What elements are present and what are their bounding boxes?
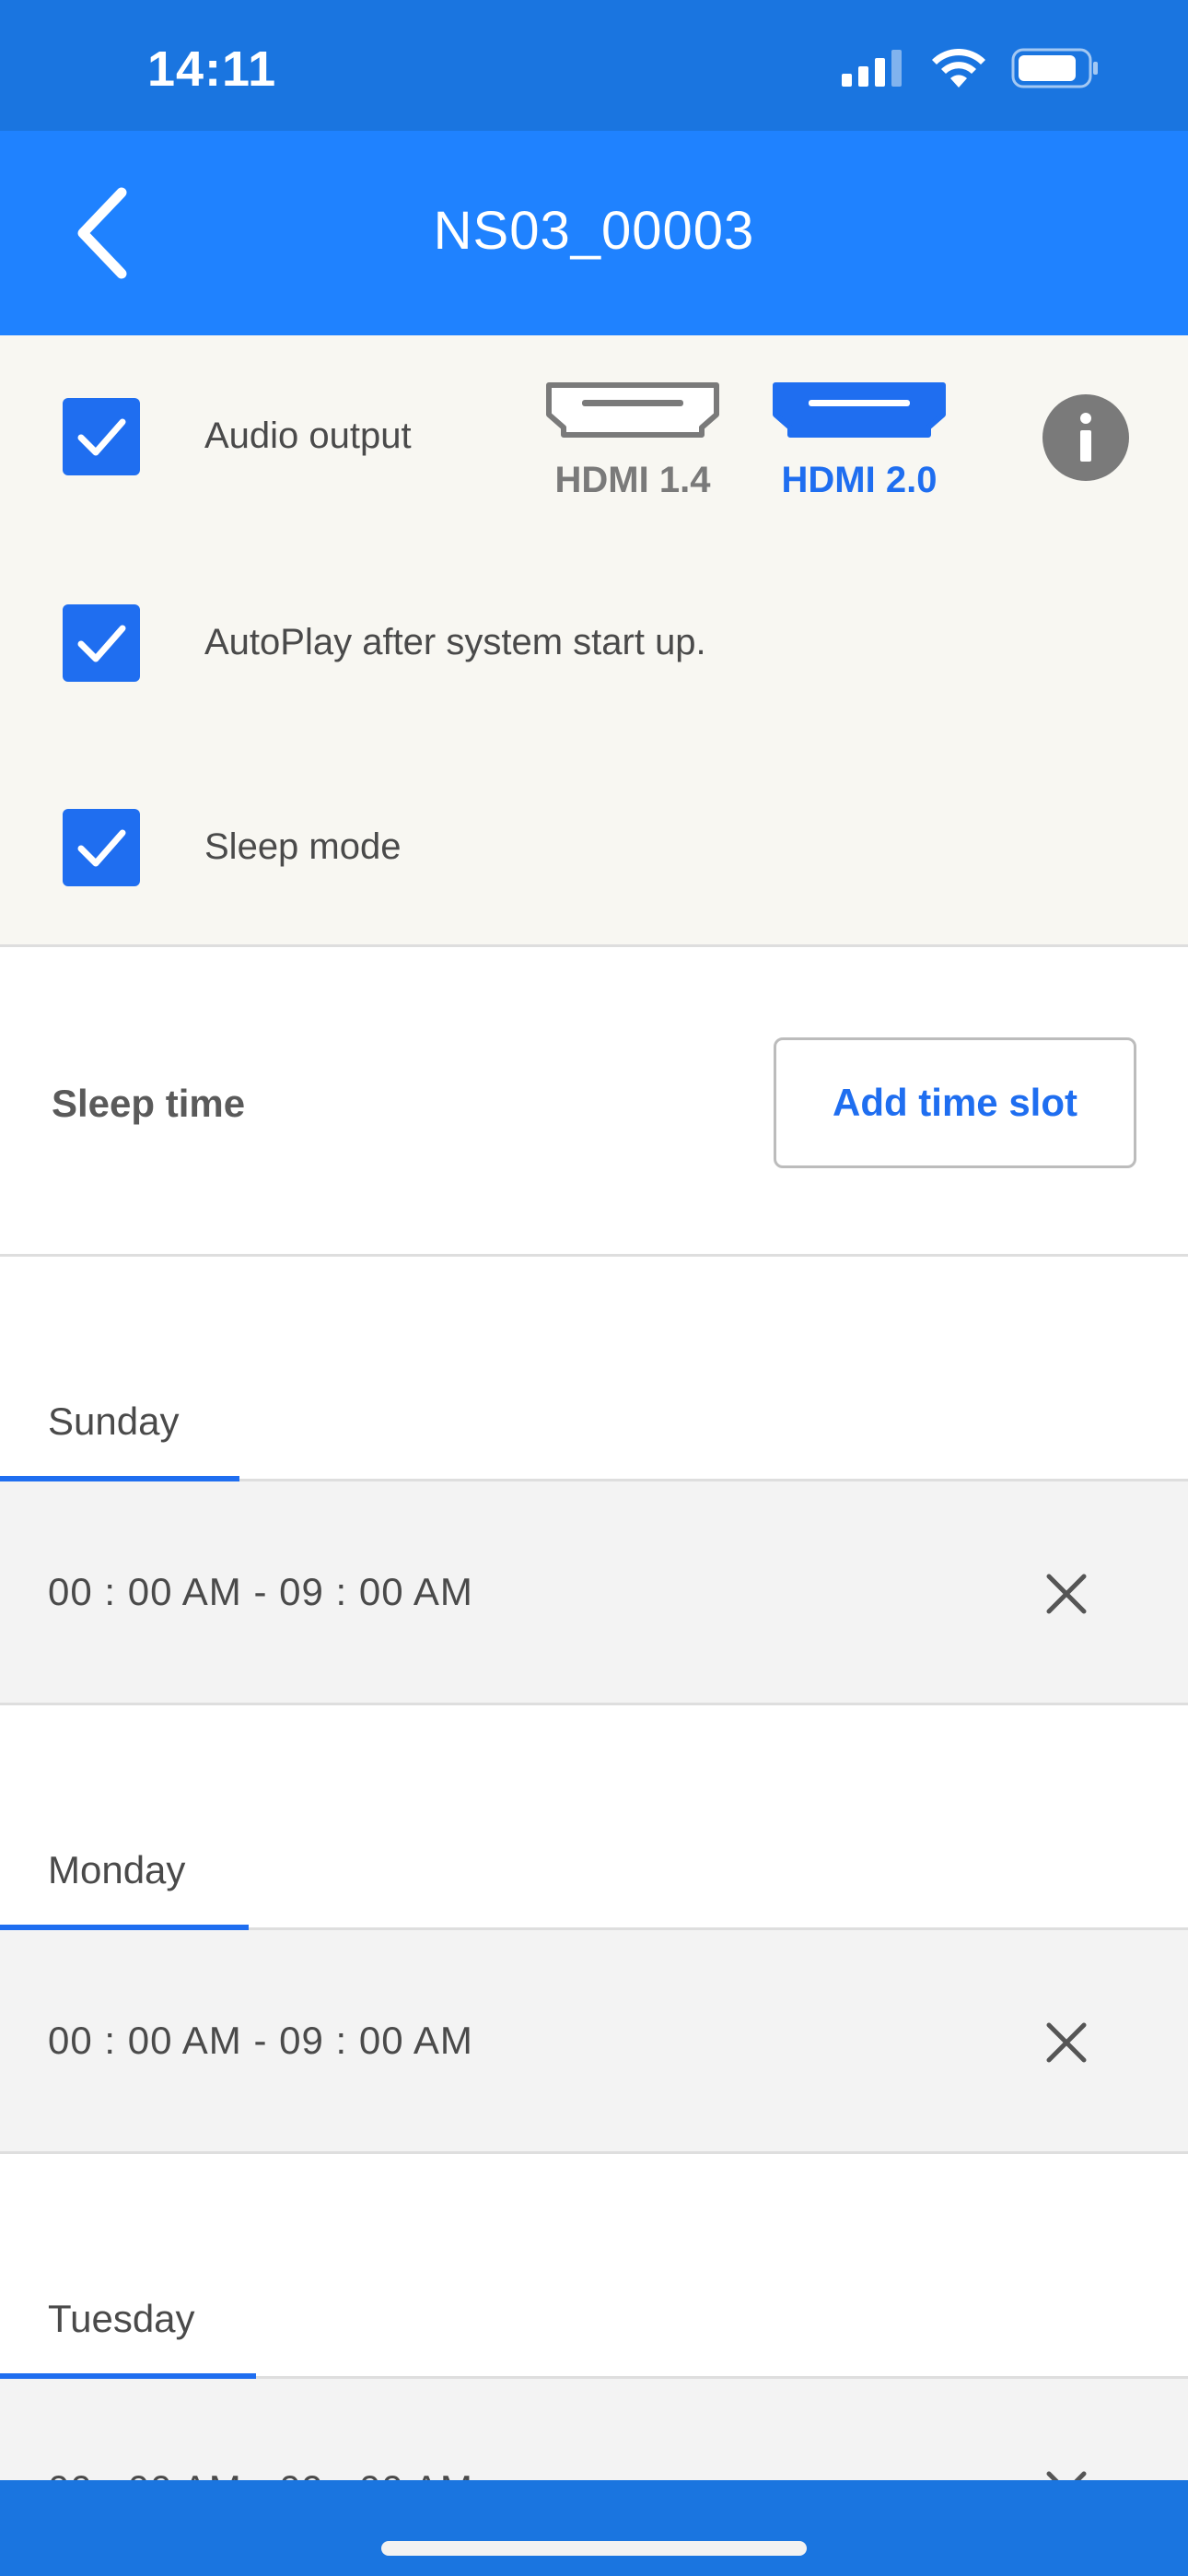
audio-output-checkbox[interactable]: [63, 398, 140, 475]
autoplay-checkbox[interactable]: [63, 604, 140, 682]
time-slot-row[interactable]: 00 : 00 AM - 09 : 00 AM: [0, 1481, 1188, 1705]
battery-icon: [1011, 48, 1098, 88]
signal-icon: [842, 50, 902, 87]
status-bar: 14:11: [0, 0, 1188, 131]
day-tab-monday[interactable]: Monday: [48, 1848, 185, 1892]
checkmark-icon: [77, 829, 126, 867]
time-slot-text: 00 : 00 AM - 09 : 00 AM: [48, 1570, 473, 1613]
page-title: NS03_00003: [433, 201, 755, 261]
sleep-mode-checkbox[interactable]: [63, 809, 140, 886]
hdmi-2-0-option[interactable]: HDMI 2.0: [772, 381, 947, 501]
nav-bar: NS03_00003: [0, 131, 1188, 335]
hdmi-2-0-label: HDMI 2.0: [781, 460, 938, 500]
sleep-mode-label: Sleep mode: [204, 826, 402, 867]
checkmark-icon: [77, 625, 126, 662]
settings-panel: Audio output HDMI 1.4 HDMI 2.0 AutoPlay …: [0, 335, 1188, 947]
day-tab-sunday[interactable]: Sunday: [48, 1399, 179, 1444]
hdmi-port-icon: [546, 382, 719, 438]
checkmark-icon: [77, 418, 126, 456]
hdmi-1-4-label: HDMI 1.4: [554, 460, 711, 500]
info-button[interactable]: [1042, 394, 1129, 481]
hdmi-port-icon: [773, 382, 946, 438]
status-time: 14:11: [147, 41, 277, 97]
close-icon: [1046, 2022, 1087, 2063]
info-icon: [1080, 413, 1091, 462]
sleep-time-label: Sleep time: [52, 1082, 246, 1125]
day-header-monday: Monday: [0, 1705, 1188, 1930]
add-time-slot-button[interactable]: Add time slot: [774, 1037, 1136, 1168]
status-icons: [842, 48, 1100, 88]
day-tab-tuesday[interactable]: Tuesday: [48, 2297, 195, 2341]
delete-slot-button[interactable]: [1037, 2013, 1096, 2072]
sleep-time-row: Sleep time Add time slot: [0, 947, 1188, 1257]
home-indicator[interactable]: [381, 2541, 807, 2556]
wifi-icon: [932, 49, 985, 88]
home-bar: [0, 2480, 1188, 2576]
day-header-sunday: Sunday: [0, 1257, 1188, 1481]
close-icon: [1046, 1574, 1087, 1614]
autoplay-label: AutoPlay after system start up.: [204, 622, 706, 662]
delete-slot-button[interactable]: [1037, 1564, 1096, 1623]
day-header-tuesday: Tuesday: [0, 2154, 1188, 2379]
time-slot-row[interactable]: 00 : 00 AM - 09 : 00 AM: [0, 1930, 1188, 2154]
audio-output-label: Audio output: [204, 416, 412, 456]
time-slot-text: 00 : 00 AM - 09 : 00 AM: [48, 2019, 473, 2062]
hdmi-1-4-option[interactable]: HDMI 1.4: [545, 381, 720, 501]
